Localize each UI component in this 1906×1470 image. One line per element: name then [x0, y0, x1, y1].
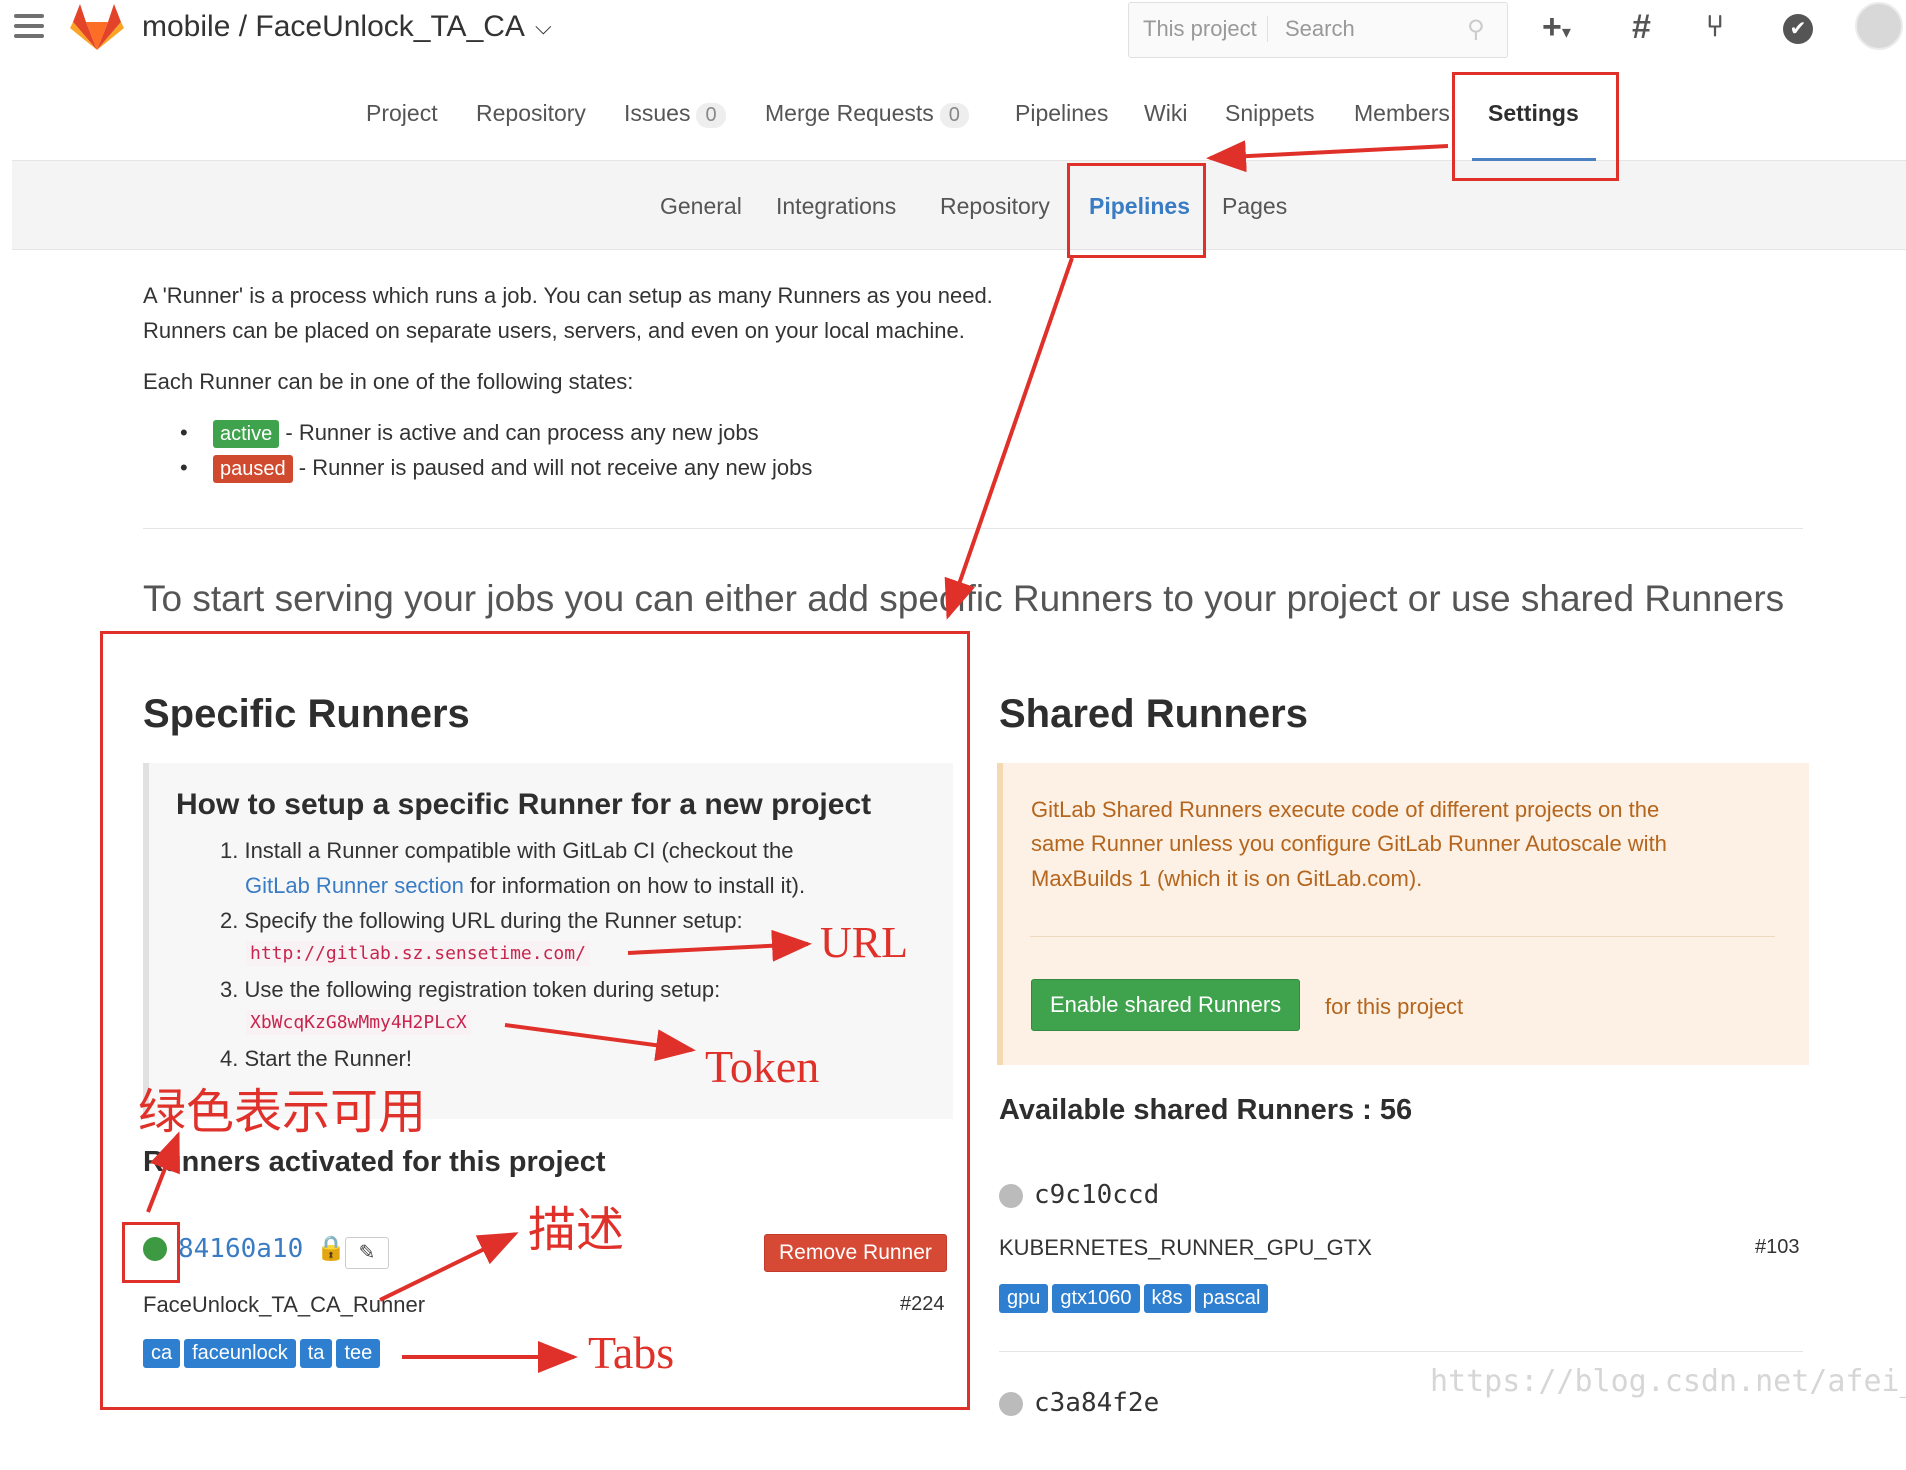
annotation-description: 描述	[528, 1204, 625, 1257]
annotation-url: URL	[820, 918, 908, 967]
annotation-green-available: 绿色表示可用	[138, 1086, 427, 1139]
annotation-token: Token	[705, 1041, 820, 1092]
annotation-tabs: Tabs	[588, 1327, 675, 1378]
watermark: https://blog.csdn.net/afei__	[1430, 1364, 1906, 1399]
annotation-arrows	[146, 140, 1449, 1373]
